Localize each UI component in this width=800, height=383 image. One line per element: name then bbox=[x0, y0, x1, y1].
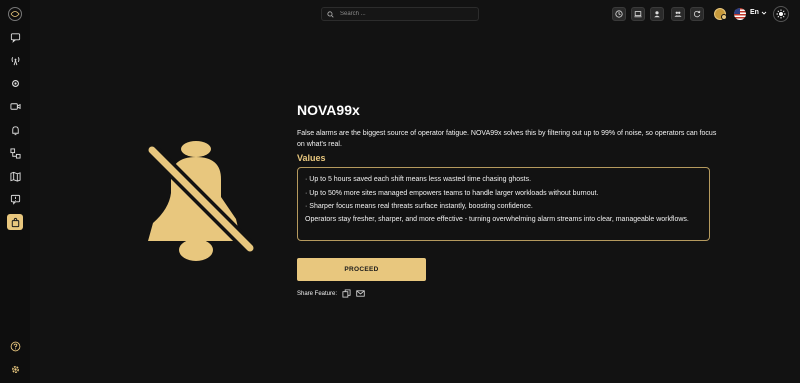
copy-icon bbox=[342, 289, 351, 298]
refresh-button[interactable] bbox=[690, 7, 704, 21]
mail-icon bbox=[356, 290, 365, 297]
workflow-icon bbox=[9, 147, 21, 159]
sidebar-item-chat[interactable] bbox=[7, 29, 23, 45]
laptop-icon bbox=[634, 11, 642, 18]
values-heading: Values bbox=[297, 153, 326, 163]
monitor-button[interactable] bbox=[631, 7, 645, 21]
theme-toggle-button[interactable] bbox=[773, 6, 789, 22]
sidebar bbox=[0, 0, 30, 383]
clock-icon bbox=[615, 10, 623, 18]
app-logo[interactable] bbox=[8, 7, 22, 21]
chevron-down-icon[interactable] bbox=[761, 10, 767, 16]
language-label[interactable]: En bbox=[750, 9, 759, 16]
bell-off-icon bbox=[148, 141, 256, 261]
camera-icon bbox=[9, 102, 21, 110]
value-item: · Sharper focus means real threats surfa… bbox=[305, 203, 533, 210]
antenna-icon bbox=[11, 56, 19, 65]
share-feature: Share Feature: bbox=[297, 289, 365, 298]
search-bar[interactable] bbox=[321, 7, 479, 21]
credits-badge bbox=[721, 14, 727, 20]
message-alert-icon bbox=[10, 194, 20, 205]
sidebar-item-workflow[interactable] bbox=[7, 145, 23, 161]
sidebar-item-antenna[interactable] bbox=[7, 52, 23, 68]
chat-icon bbox=[10, 32, 20, 43]
bell-icon bbox=[11, 125, 19, 135]
search-input[interactable] bbox=[340, 11, 470, 17]
settings-gear-icon bbox=[11, 79, 19, 87]
proceed-button[interactable]: PROCEED bbox=[297, 258, 426, 281]
search-icon bbox=[322, 10, 338, 18]
sidebar-item-camera[interactable] bbox=[7, 98, 23, 114]
gear-icon bbox=[11, 365, 19, 373]
sidebar-item-map[interactable] bbox=[7, 168, 23, 184]
sun-icon bbox=[776, 9, 786, 19]
values-summary: Operators stay fresher, sharper, and mor… bbox=[305, 215, 689, 223]
value-item: · Up to 50% more sites managed empowers … bbox=[305, 189, 599, 197]
users-group-icon bbox=[674, 11, 682, 17]
history-button[interactable] bbox=[612, 7, 626, 21]
map-icon bbox=[9, 171, 21, 182]
profile-button[interactable] bbox=[650, 7, 664, 21]
help-icon bbox=[10, 341, 20, 351]
team-button[interactable] bbox=[671, 7, 685, 21]
us-flag-icon[interactable] bbox=[734, 8, 746, 20]
share-label: Share Feature: bbox=[297, 290, 338, 297]
share-email-button[interactable] bbox=[356, 289, 365, 298]
feature-title: NOVA99x bbox=[297, 102, 360, 118]
logo-icon bbox=[10, 11, 20, 17]
sidebar-item-help[interactable] bbox=[7, 338, 23, 354]
values-box: · Up to 5 hours saved each shift means l… bbox=[297, 167, 710, 241]
user-icon bbox=[654, 11, 660, 18]
shopping-bag-icon bbox=[11, 217, 19, 227]
sidebar-item-alarms[interactable] bbox=[7, 122, 23, 138]
sidebar-item-messages[interactable] bbox=[7, 191, 23, 207]
feature-description: False alarms are the biggest source of o… bbox=[297, 130, 717, 148]
sidebar-item-marketplace[interactable] bbox=[7, 214, 23, 230]
sidebar-item-preferences[interactable] bbox=[7, 361, 23, 377]
sidebar-item-settings[interactable] bbox=[7, 75, 23, 91]
refresh-icon bbox=[693, 10, 701, 18]
value-item: · Up to 5 hours saved each shift means l… bbox=[305, 176, 532, 183]
copy-link-button[interactable] bbox=[342, 289, 351, 298]
